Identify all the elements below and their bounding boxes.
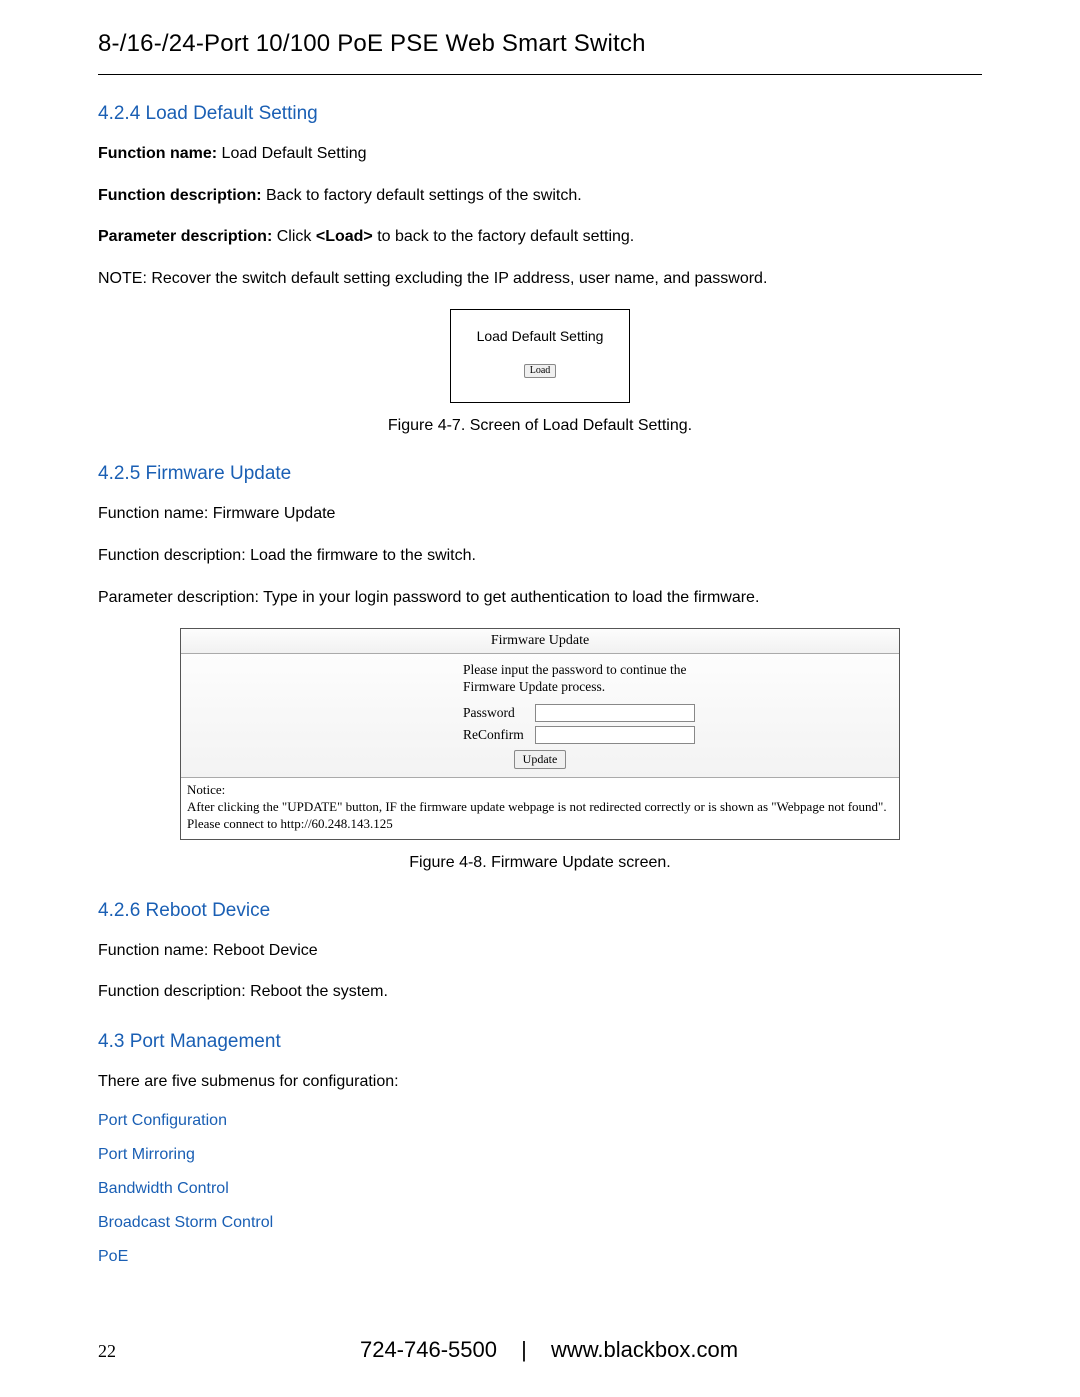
footer-phone: 724-746-5500 [360, 1337, 497, 1362]
link-port-mirroring[interactable]: Port Mirroring [98, 1146, 982, 1164]
page-footer: 22 724-746-5500 | www.blackbox.com [98, 1337, 982, 1363]
firmware-update-notice: Notice: After clicking the "UPDATE" butt… [181, 778, 899, 839]
link-broadcast-storm-control[interactable]: Broadcast Storm Control [98, 1214, 982, 1232]
para-note-424: NOTE: Recover the switch default setting… [98, 268, 982, 290]
firmware-update-title: Firmware Update [181, 629, 899, 654]
load-default-title: Load Default Setting [477, 328, 604, 344]
para-function-desc-425: Function description: Load the firmware … [98, 545, 982, 567]
password-input[interactable] [535, 704, 695, 722]
para-function-desc-426: Function description: Reboot the system. [98, 981, 982, 1003]
text-c: to back to the factory default setting. [373, 228, 634, 245]
para-function-name-426: Function name: Reboot Device [98, 940, 982, 962]
para-function-name-425: Function name: Firmware Update [98, 503, 982, 525]
load-button[interactable]: Load [524, 364, 557, 378]
text-load-token: <Load> [316, 228, 373, 245]
para-function-desc-424: Function description: Back to factory de… [98, 185, 982, 207]
value-function-name: Load Default Setting [217, 145, 366, 162]
reconfirm-label: ReConfirm [463, 727, 527, 743]
page-number: 22 [98, 1341, 116, 1362]
para-function-name-424: Function name: Load Default Setting [98, 143, 982, 165]
link-bandwidth-control[interactable]: Bandwidth Control [98, 1180, 982, 1198]
header-rule [98, 74, 982, 75]
label-param-desc: Parameter description: [98, 228, 272, 245]
value-function-desc: Back to factory default settings of the … [262, 187, 582, 204]
figure-4-8: Firmware Update Please input the passwor… [98, 628, 982, 839]
para-param-desc-425: Parameter description: Type in your logi… [98, 587, 982, 609]
figure-4-8-caption: Figure 4-8. Firmware Update screen. [98, 854, 982, 872]
para-param-desc-424: Parameter description: Click <Load> to b… [98, 226, 982, 248]
instr-line-2: Firmware Update process. [463, 679, 899, 696]
text-a: Click [272, 228, 316, 245]
password-label: Password [463, 705, 527, 721]
notice-head: Notice: [187, 782, 893, 799]
label-function-name: Function name: [98, 145, 217, 162]
footer-divider: | [521, 1337, 527, 1362]
document-title: 8-/16-/24-Port 10/100 PoE PSE Web Smart … [98, 30, 982, 58]
password-row: Password [181, 702, 899, 724]
link-port-configuration[interactable]: Port Configuration [98, 1112, 982, 1130]
figure-4-7-caption: Figure 4-7. Screen of Load Default Setti… [98, 417, 982, 435]
para-submenus-intro: There are five submenus for configuratio… [98, 1071, 982, 1093]
heading-4-3: 4.3 Port Management [98, 1031, 982, 1053]
firmware-update-body: Please input the password to continue th… [181, 654, 899, 778]
notice-body: After clicking the "UPDATE" button, IF t… [187, 799, 893, 816]
reconfirm-row: ReConfirm [181, 724, 899, 746]
heading-4-2-5: 4.2.5 Firmware Update [98, 463, 982, 485]
update-button[interactable]: Update [514, 750, 567, 769]
link-poe[interactable]: PoE [98, 1248, 982, 1266]
label-function-desc: Function description: [98, 187, 262, 204]
load-default-panel: Load Default Setting Load [450, 309, 630, 403]
footer-contact: 724-746-5500 | www.blackbox.com [116, 1337, 982, 1363]
heading-4-2-6: 4.2.6 Reboot Device [98, 900, 982, 922]
instr-line-1: Please input the password to continue th… [463, 662, 899, 679]
notice-tail: Please connect to http://60.248.143.125 [187, 816, 893, 833]
figure-4-7: Load Default Setting Load [98, 309, 982, 403]
firmware-update-panel: Firmware Update Please input the passwor… [180, 628, 900, 839]
heading-4-2-4: 4.2.4 Load Default Setting [98, 103, 982, 125]
reconfirm-input[interactable] [535, 726, 695, 744]
firmware-update-instruction: Please input the password to continue th… [181, 662, 899, 702]
footer-url: www.blackbox.com [551, 1337, 738, 1362]
